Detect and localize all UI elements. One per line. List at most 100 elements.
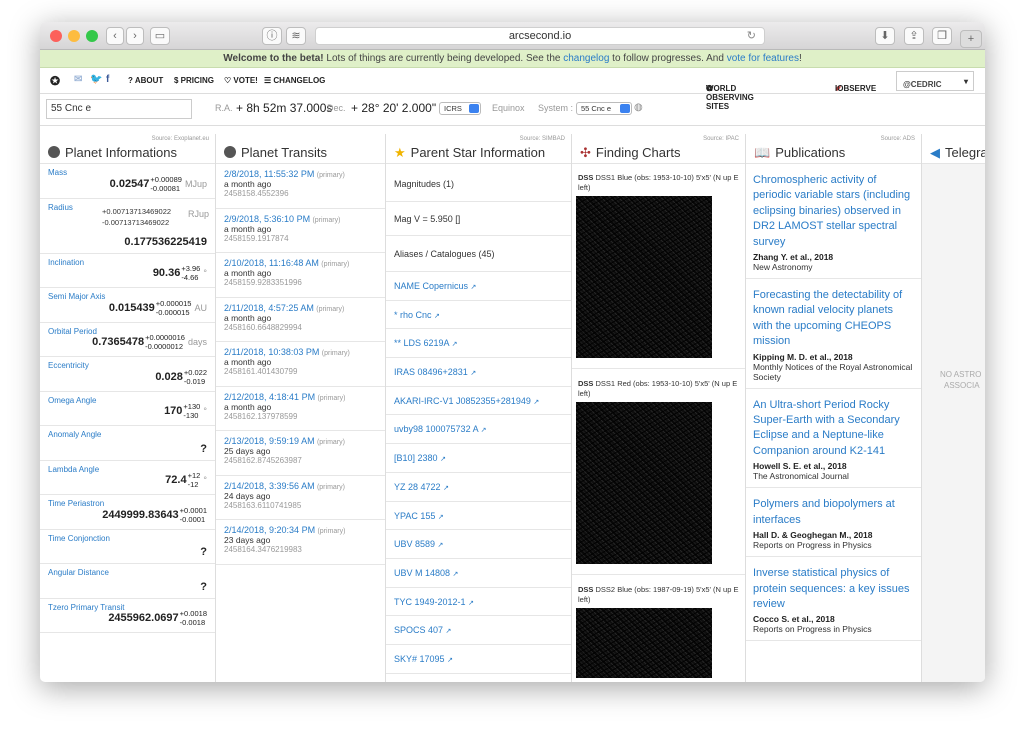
alias-label: uvby98 100075732 A <box>394 424 479 435</box>
publication-title[interactable]: Polymers and biopolymers at interfaces <box>753 497 915 528</box>
transit-date[interactable]: 2/9/2018, 5:36:10 PM <box>224 214 310 224</box>
tabs-icon[interactable]: ❐ <box>932 27 952 45</box>
external-link-icon: ↗ <box>470 284 477 291</box>
user-menu[interactable]: @CEDRIC ▾ <box>896 71 974 91</box>
transit-row[interactable]: 2/11/2018, 4:57:25 AM (primary) a month a… <box>216 298 385 342</box>
alias-link[interactable]: SPOCS 407 ↗ <box>386 616 571 645</box>
close-window-button[interactable] <box>50 30 62 42</box>
download-icon[interactable]: ⬇ <box>875 27 895 45</box>
publication-title[interactable]: Inverse statistical physics of protein s… <box>753 566 915 612</box>
transit-row[interactable]: 2/8/2018, 11:55:32 PM (primary) a month a… <box>216 164 385 209</box>
survey-name: DSS <box>578 379 594 388</box>
property-label[interactable]: Semi Major Axis <box>48 292 105 301</box>
arcsecond-logo-icon[interactable]: ✪ <box>50 74 60 88</box>
transit-row[interactable]: 2/9/2018, 5:36:10 PM (primary) a month ag… <box>216 209 385 253</box>
forward-icon[interactable]: › <box>126 27 144 45</box>
system-select[interactable]: 55 Cnc e <box>576 102 633 115</box>
property-label[interactable]: Inclination <box>48 258 84 267</box>
about-link[interactable]: ? ABOUT <box>128 76 163 85</box>
property-label[interactable]: Time Periastron <box>48 499 104 508</box>
alias-link[interactable]: TYC 1949-2012-1 ↗ <box>386 588 571 617</box>
alias-link[interactable]: YZ 28 4722 ↗ <box>386 473 571 502</box>
simbad-source-link[interactable]: Source: SIMBAD <box>520 136 565 142</box>
publication-title[interactable]: Chromospheric activity of periodic varia… <box>753 173 915 250</box>
property-label[interactable]: Angular Distance <box>48 568 109 577</box>
transit-row[interactable]: 2/14/2018, 9:20:34 PM (primary) 23 days a… <box>216 520 385 565</box>
property-value: ? <box>200 443 207 455</box>
object-search-input[interactable]: 55 Cnc e <box>46 99 192 119</box>
alias-link[interactable]: * rho Cnc ↗ <box>386 301 571 330</box>
transit-date[interactable]: 2/14/2018, 9:20:34 PM <box>224 525 315 535</box>
property-label[interactable]: Lambda Angle <box>48 465 99 474</box>
transit-date[interactable]: 2/8/2018, 11:55:32 PM <box>224 169 314 179</box>
new-tab-icon[interactable]: + <box>960 30 982 48</box>
alias-link[interactable]: IRAS 08496+2831 ↗ <box>386 358 571 387</box>
alias-link[interactable]: [B10] 2380 ↗ <box>386 444 571 473</box>
property-number: 0.028 <box>155 370 183 383</box>
property-label[interactable]: Mass <box>48 168 67 177</box>
transit-row[interactable]: 2/10/2018, 11:16:48 AM (primary) a month … <box>216 253 385 298</box>
alias-link[interactable]: UBV 8589 ↗ <box>386 530 571 559</box>
pricing-link[interactable]: $ PRICING <box>174 76 214 85</box>
vote-link[interactable]: ♡ VOTE! <box>224 76 258 85</box>
planet-source-link[interactable]: Source: Exoplanet.eu <box>152 136 209 142</box>
alias-label: YPAC 155 <box>394 510 436 521</box>
property-label[interactable]: Eccentricity <box>48 361 89 370</box>
book-icon: 📖 <box>754 145 771 160</box>
vote-features-link[interactable]: vote for features <box>727 53 799 64</box>
sky-image[interactable] <box>576 608 712 678</box>
minimize-window-button[interactable] <box>68 30 80 42</box>
reload-icon[interactable]: ↻ <box>747 28 756 44</box>
property-label[interactable]: Radius <box>48 203 73 212</box>
sky-image[interactable] <box>576 402 712 564</box>
transit-row[interactable]: 2/13/2018, 9:59:19 AM (primary) 25 days a… <box>216 431 385 476</box>
frame-select[interactable]: ICRS <box>439 102 481 115</box>
facebook-icon[interactable]: f <box>106 74 109 85</box>
info-icon[interactable]: ⓘ <box>262 27 282 45</box>
transit-date[interactable]: 2/11/2018, 10:38:03 PM <box>224 347 319 357</box>
alias-link[interactable]: YPAC 155 ↗ <box>386 502 571 531</box>
transit-date[interactable]: 2/12/2018, 4:18:41 PM <box>224 392 315 402</box>
transit-date[interactable]: 2/10/2018, 11:16:48 AM <box>224 258 319 268</box>
publication-journal: New Astronomy <box>753 262 813 273</box>
changelog-nav-link[interactable]: ☰ CHANGELOG <box>264 76 325 85</box>
ads-source-link[interactable]: Source: ADS <box>881 136 915 142</box>
alias-link[interactable]: AKARI-IRC-V1 J0852355+281949 ↗ <box>386 387 571 416</box>
alias-link[interactable]: SKY# 17095 ↗ <box>386 645 571 674</box>
transit-date[interactable]: 2/11/2018, 4:57:25 AM <box>224 303 314 313</box>
property-label[interactable]: Time Conjonction <box>48 534 110 543</box>
property-label[interactable]: Omega Angle <box>48 396 96 405</box>
property-label[interactable]: Anomaly Angle <box>48 430 101 439</box>
changelog-link[interactable]: changelog <box>563 53 609 64</box>
publication-journal: Monthly Notices of the Royal Astronomica… <box>753 361 913 382</box>
layers-icon[interactable]: ≋ <box>286 27 306 45</box>
sky-image[interactable] <box>576 196 712 358</box>
alias-link[interactable]: ** LDS 6219A ↗ <box>386 329 571 359</box>
ipac-source-link[interactable]: Source: IPAC <box>703 136 739 142</box>
alias-link[interactable]: NAME Copernicus ↗ <box>386 272 571 301</box>
publication-title[interactable]: Forecasting the detectability of known r… <box>753 288 915 350</box>
property-number: ? <box>200 442 207 455</box>
alias-label: UBV 8589 <box>394 539 436 550</box>
alias-link[interactable]: SAO 80478 ↗ <box>386 674 571 682</box>
planet-info-title-text: Planet Informations <box>65 145 178 160</box>
publication-authors: Hall D. & Geoghegan M., 2018 <box>753 530 873 541</box>
alias-link[interactable]: UBV M 14808 ↗ <box>386 559 571 588</box>
property-label[interactable]: Orbital Period <box>48 327 97 336</box>
sidebar-icon[interactable]: ▭ <box>150 27 170 45</box>
twitter-icon[interactable]: 🐦 <box>90 74 102 85</box>
zoom-window-button[interactable] <box>86 30 98 42</box>
transit-row[interactable]: 2/11/2018, 10:38:03 PM (primary) a month … <box>216 342 385 387</box>
share-icon[interactable]: ⇪ <box>904 27 924 45</box>
back-icon[interactable]: ‹ <box>106 27 124 45</box>
transit-date[interactable]: 2/14/2018, 3:39:56 AM <box>224 481 315 491</box>
transit-date[interactable]: 2/13/2018, 9:59:19 AM <box>224 436 315 446</box>
transit-row[interactable]: 2/12/2018, 4:18:41 PM (primary) a month a… <box>216 387 385 431</box>
alias-link[interactable]: uvby98 100075732 A ↗ <box>386 415 571 445</box>
address-bar[interactable]: arcsecond.io ↻ <box>315 27 765 45</box>
transit-row[interactable]: 2/14/2018, 3:39:56 AM (primary) 24 days a… <box>216 476 385 520</box>
help-icon[interactable]: ◍ <box>634 102 643 113</box>
publication-title[interactable]: An Ultra-short Period Rocky Super-Earth … <box>753 398 915 460</box>
email-icon[interactable]: ✉ <box>74 74 82 85</box>
publication-authors: Kipping M. D. et al., 2018 <box>753 351 853 362</box>
